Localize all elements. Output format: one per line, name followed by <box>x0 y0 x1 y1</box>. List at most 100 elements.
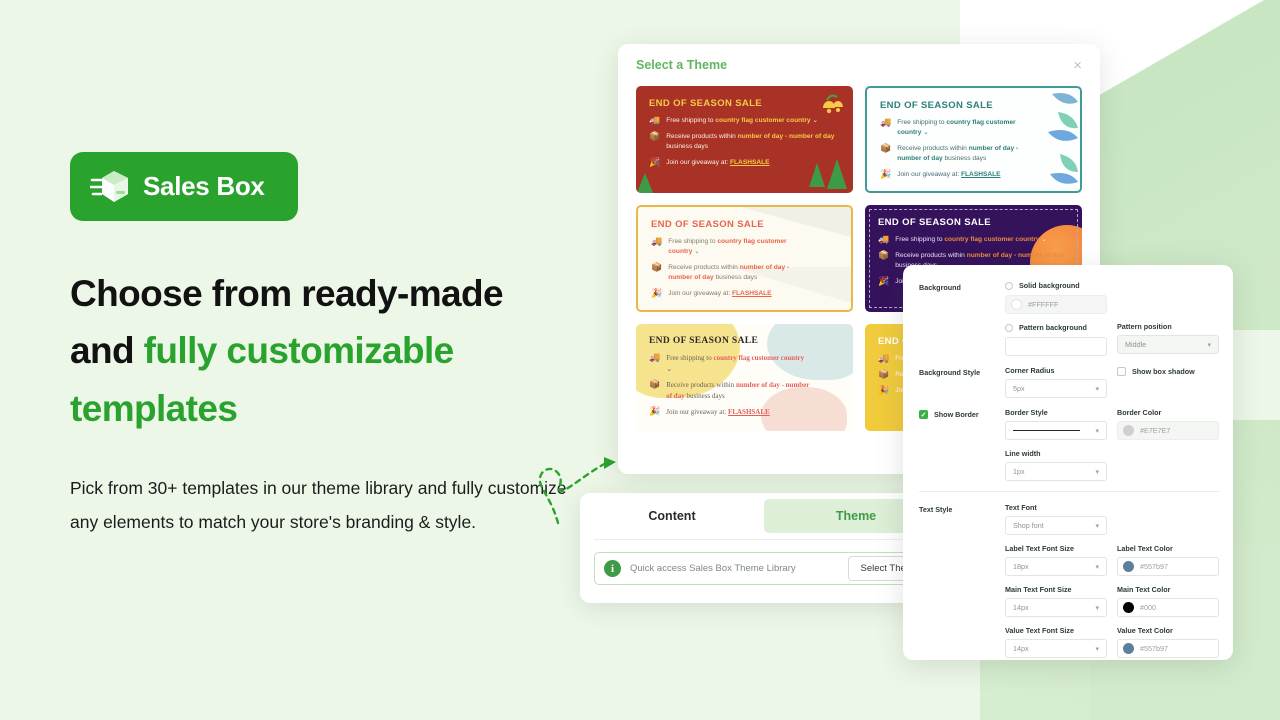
line2-pre: Receive products within <box>668 263 740 271</box>
label-text-font-size-label: Label Text Font Size <box>1005 544 1074 553</box>
theme-card-title: END OF SEASON SALE <box>651 219 764 230</box>
text-style-section: Text Style Text Font Shop font ▾ Label T… <box>919 503 1219 658</box>
color-swatch-icon[interactable] <box>1123 643 1134 654</box>
background-style-section: Background Style Corner Radius 5px ▾ Sho… <box>919 366 1219 398</box>
chevron-down-icon: ▾ <box>1095 427 1099 435</box>
theme-card-title: END OF SEASON SALE <box>880 100 993 111</box>
theme-card-line-3: 🎉 Join our giveaway at: FLASHSALE <box>649 407 840 418</box>
theme-card-line-1: 🚚 Free shipping to country flag customer… <box>649 116 840 126</box>
radio-icon[interactable] <box>1005 323 1013 332</box>
party-popper-icon: 🎉 <box>649 156 661 167</box>
pattern-position-select[interactable]: Middle ▾ <box>1117 335 1219 354</box>
pattern-position-value: Middle <box>1125 340 1147 349</box>
line1-pre: Free shipping to <box>895 236 945 243</box>
content-theme-panel: Content Theme i Quick access Sales Box T… <box>580 493 956 603</box>
close-icon[interactable]: × <box>1073 58 1082 73</box>
show-box-shadow-row[interactable]: Show box shadow <box>1117 367 1219 376</box>
line2-post: business days <box>666 142 709 150</box>
label-text-font-size-value: 18px <box>1013 562 1029 571</box>
theme-card[interactable]: END OF SEASON SALE 🚚 Free shipping to co… <box>865 86 1082 193</box>
page-title: Choose from ready-made and fully customi… <box>70 265 590 437</box>
checkbox-icon[interactable]: ✓ <box>919 410 928 419</box>
theme-card-line-2: 📦 Receive products within number of day … <box>880 142 1067 164</box>
checkbox-icon[interactable] <box>1117 367 1126 376</box>
value-text-font-size-value: 14px <box>1013 644 1029 653</box>
main-text-color-hex: #000 <box>1140 603 1156 612</box>
theme-card[interactable]: END OF SEASON SALE 🚚 Free shipping to co… <box>636 324 853 431</box>
main-text-font-size-select[interactable]: 14px ▾ <box>1005 598 1107 617</box>
party-popper-icon: 🎉 <box>878 384 890 395</box>
theme-card-line-2: 📦 Receive products within number of day … <box>651 261 838 283</box>
label-text-color-label: Label Text Color <box>1117 544 1173 553</box>
flashsale-link[interactable]: FLASHSALE <box>728 408 770 416</box>
corner-radius-label: Corner Radius <box>1005 366 1055 375</box>
value-text-color-field[interactable]: #557b97 <box>1117 639 1219 658</box>
line1-em: country flag customer country <box>944 236 1040 243</box>
chevron-down-icon: ▾ <box>1095 468 1099 476</box>
chevron-down-icon: ▾ <box>1095 385 1099 393</box>
party-popper-icon: 🎉 <box>651 287 663 298</box>
text-font-select[interactable]: Shop font ▾ <box>1005 516 1107 535</box>
line2-pre: Receive products within <box>666 381 737 389</box>
theme-card-line-2: 📦 Receive products within number of day … <box>649 380 840 401</box>
text-font-value: Shop font <box>1013 521 1044 530</box>
package-icon: 📦 <box>878 249 890 260</box>
line1-post: ⌄ <box>692 247 700 255</box>
pattern-background-input[interactable] <box>1005 337 1107 356</box>
line1-em: country flag customer country <box>715 117 811 124</box>
theme-card[interactable]: END OF SEASON SALE 🚚 Free shipping to co… <box>636 205 853 312</box>
flashsale-link[interactable]: FLASHSALE <box>961 171 1001 178</box>
theme-card-line-3: 🎉 Join our giveaway at: FLASHSALE <box>649 156 840 168</box>
modal-title: Select a Theme <box>636 58 728 72</box>
chevron-down-icon: ▾ <box>1095 645 1099 653</box>
color-swatch-icon[interactable] <box>1123 561 1134 572</box>
radio-icon[interactable] <box>1005 281 1013 290</box>
party-popper-icon: 🎉 <box>878 275 890 286</box>
solid-background-radio-row[interactable]: Solid background <box>1005 281 1107 290</box>
chevron-down-icon: ▾ <box>1095 563 1099 571</box>
label-text-color-field[interactable]: #557b97 <box>1117 557 1219 576</box>
theme-library-banner: i Quick access Sales Box Theme Library S… <box>594 552 942 585</box>
box-icon <box>88 167 130 207</box>
line-width-select[interactable]: 1px ▾ <box>1005 462 1107 481</box>
theme-card-title: END OF SEASON SALE <box>878 217 991 228</box>
text-style-label: Text Style <box>919 505 953 514</box>
headline-line1: Choose from ready-made <box>70 273 504 314</box>
pattern-position-label: Pattern position <box>1117 322 1172 331</box>
line3-pre: Join our giveaway at: <box>666 408 729 416</box>
theme-card-title: END OF SEASON SALE <box>649 98 762 109</box>
package-icon: 📦 <box>651 261 663 272</box>
line2-pre: Receive products within <box>666 132 738 140</box>
chevron-down-icon: ▾ <box>1095 522 1099 530</box>
theme-settings-panel: Background Solid background #FFFFFF Patt… <box>903 265 1233 660</box>
info-icon: i <box>604 560 621 577</box>
corner-radius-select[interactable]: 5px ▾ <box>1005 379 1107 398</box>
flashsale-link[interactable]: FLASHSALE <box>732 290 772 297</box>
headline-line2-prefix: and <box>70 330 144 372</box>
line3-pre: Join our giveaway at: <box>668 289 732 297</box>
logo-text: Sales Box <box>143 171 265 201</box>
chevron-down-icon: ▾ <box>1095 604 1099 612</box>
show-border-row[interactable]: ✓ Show Border <box>919 410 1005 419</box>
color-swatch-icon[interactable] <box>1123 602 1134 613</box>
solid-background-color-field[interactable]: #FFFFFF <box>1005 295 1107 314</box>
theme-card[interactable]: END OF SEASON SALE 🚚 Free shipping to co… <box>636 86 853 193</box>
show-border-label: Show Border <box>934 410 979 419</box>
package-icon: 📦 <box>880 142 892 153</box>
flashsale-link[interactable]: FLASHSALE <box>730 159 770 166</box>
color-swatch-icon[interactable] <box>1011 299 1022 310</box>
theme-card-title: END OF SEASON SALE <box>649 336 759 346</box>
label-text-color-hex: #557b97 <box>1140 562 1168 571</box>
color-swatch-icon[interactable] <box>1123 425 1134 436</box>
line1-pre: Free shipping to <box>897 119 947 126</box>
main-text-color-field[interactable]: #000 <box>1117 598 1219 617</box>
pattern-background-radio-row[interactable]: Pattern background <box>1005 323 1107 332</box>
value-text-font-size-select[interactable]: 14px ▾ <box>1005 639 1107 658</box>
border-style-select[interactable]: ▾ <box>1005 421 1107 440</box>
panel-tabs: Content Theme <box>580 493 956 539</box>
tab-content[interactable]: Content <box>580 493 764 539</box>
sales-box-logo: Sales Box <box>70 152 298 221</box>
label-text-font-size-select[interactable]: 18px ▾ <box>1005 557 1107 576</box>
line2-post: business days <box>713 273 758 281</box>
border-color-field[interactable]: #E7E7E7 <box>1117 421 1219 440</box>
